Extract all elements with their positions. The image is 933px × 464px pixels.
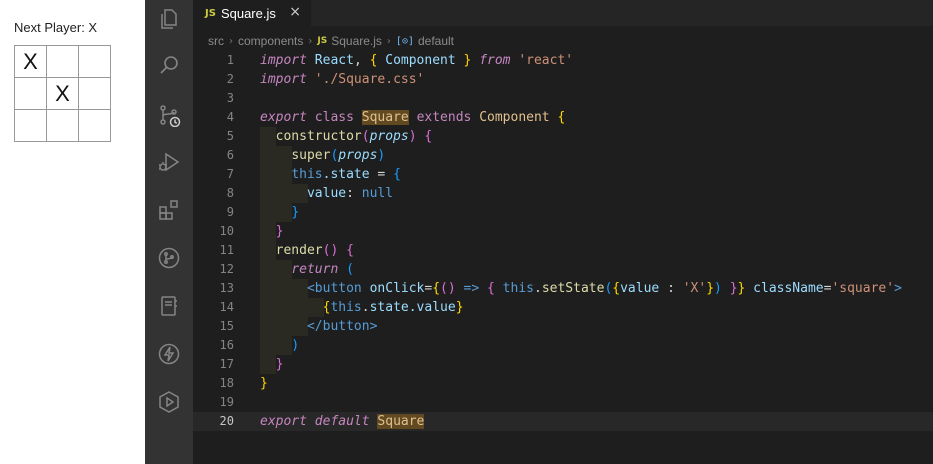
code-line-3: 3 [226,91,234,105]
activity-bar [145,0,193,464]
square-6[interactable] [14,109,47,142]
symbol-variable-icon: [⊙] [395,35,414,47]
breadcrumb: src › components › JS Square.js › [⊙] de… [193,31,454,51]
code-line-20-current: 20 export default Square [193,412,933,431]
tab-label: Square.js [220,6,276,21]
breadcrumb-src[interactable]: src [208,34,224,48]
js-file-icon: JS [317,36,328,46]
code-line-6: 6 super(props) [226,148,386,163]
square-0[interactable]: X [14,45,47,78]
notebook-icon[interactable] [157,294,181,318]
code-line-16: 16 ) [219,338,300,353]
code-line-7: 7 this.state = { [226,167,401,182]
chevron-right-icon: › [386,35,391,47]
lightning-icon[interactable] [157,342,181,366]
square-8[interactable] [78,109,111,142]
code-line-18: 18} [219,376,268,391]
chevron-right-icon: › [229,35,233,47]
code-line-15: 15 </button> [219,319,378,334]
board-row [14,109,111,142]
tab-square-js[interactable]: JS Square.js × [193,0,311,26]
extensions-icon[interactable] [157,198,181,222]
square-7[interactable] [46,109,79,142]
files-icon[interactable] [157,7,181,31]
game-board: X X [14,45,111,142]
board-row: X [14,45,111,78]
code-line-14: 14 {this.state.value} [219,300,464,315]
code-line-2: 2 import './Square.css' [226,72,425,87]
breadcrumb-square-js[interactable]: Square.js [331,34,382,48]
chevron-right-icon: › [308,35,313,47]
run-debug-icon[interactable] [157,150,181,174]
square-3[interactable] [14,77,47,110]
code-line-13: 13 <button onClick={() => { this.setStat… [219,281,902,296]
close-icon[interactable]: × [289,4,301,20]
square-1[interactable] [46,45,79,78]
square-5[interactable] [78,77,111,110]
code-area[interactable]: 1 import React, { Component } from 'react… [193,51,933,431]
github-icon[interactable] [157,246,181,270]
code-line-10: 10 } [219,224,284,239]
code-line-9: 9 } [226,205,300,220]
square-4[interactable]: X [46,77,79,110]
breadcrumb-components[interactable]: components [238,34,303,48]
code-line-4: 4 export class Square extends Component { [226,110,566,125]
code-line-12: 12 return ( [219,262,354,277]
code-line-1: 1 import React, { Component } from 'react… [226,53,574,68]
tab-bar: JS Square.js × [193,0,933,26]
play-icon[interactable] [157,390,181,414]
source-control-icon[interactable] [157,103,181,127]
tic-tac-toe-app: Next Player: X X X [0,0,145,464]
code-line-11: 11 render() { [219,243,354,258]
search-icon[interactable] [157,53,181,77]
board-row: X [14,77,111,110]
code-line-19: 19 [219,395,234,409]
code-line-8: 8 value: null [226,186,394,201]
js-file-icon: JS [205,8,216,19]
code-line-5: 5 constructor(props) { [226,129,433,144]
square-2[interactable] [78,45,111,78]
breadcrumb-default[interactable]: default [418,34,454,48]
next-player-status: Next Player: X [14,20,98,35]
code-line-17: 17 } [219,357,284,372]
code-editor-window: JS Square.js × src › components › JS Squ… [145,0,933,464]
